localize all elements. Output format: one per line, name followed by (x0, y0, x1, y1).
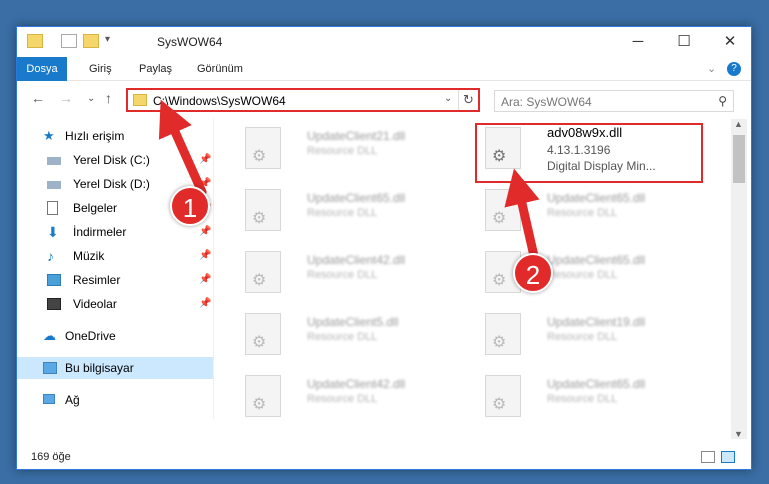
item-count: 169 öğe (31, 451, 71, 463)
pin-icon[interactable]: 📌 (199, 221, 211, 243)
vertical-scrollbar[interactable]: ▲ ▼ (731, 119, 747, 439)
pane-divider (213, 119, 214, 419)
video-icon (47, 298, 61, 310)
file-item[interactable]: ⚙ UpdateClient5.dll Resource DLL (237, 307, 467, 359)
drive-icon (47, 181, 61, 189)
dll-file-icon: ⚙ (485, 375, 521, 417)
up-icon[interactable]: ↑ (105, 90, 112, 106)
pictures-icon (47, 274, 61, 286)
sidebar-item-this-pc[interactable]: Bu bilgisayar (17, 357, 213, 379)
file-item[interactable]: ⚙ UpdateClient65.dll Resource DLL (477, 245, 707, 297)
dll-file-icon: ⚙ (485, 313, 521, 355)
dll-file-icon: ⚙ (245, 127, 281, 169)
maximize-button[interactable]: ☐ (661, 27, 707, 57)
scroll-up-icon[interactable]: ▲ (734, 119, 743, 129)
refresh-icon[interactable]: ↻ (458, 90, 478, 110)
new-folder-icon[interactable] (83, 34, 99, 48)
file-item[interactable]: ⚙ UpdateClient65.dll Resource DLL (477, 183, 707, 235)
search-input[interactable]: Ara: SysWOW64 ⚲ (494, 90, 734, 112)
minimize-button[interactable]: ─ (615, 27, 661, 57)
dll-file-icon: ⚙ (245, 251, 281, 293)
document-icon (47, 201, 58, 215)
chevron-down-icon[interactable]: ⌄ (444, 93, 452, 104)
sidebar-item-pictures[interactable]: Resimler 📌 (17, 269, 213, 291)
file-item[interactable]: ⚙ UpdateClient65.dll Resource DLL (237, 183, 467, 235)
sidebar-item-videos[interactable]: Videolar 📌 (17, 293, 213, 315)
pin-icon[interactable]: 📌 (199, 245, 211, 267)
tab-home[interactable]: Giriş (89, 57, 112, 81)
properties-icon[interactable] (61, 34, 77, 48)
network-icon (43, 394, 55, 404)
tab-view[interactable]: Görünüm (197, 57, 243, 81)
cloud-icon: ☁ (43, 328, 56, 343)
dll-file-icon: ⚙ (245, 189, 281, 231)
explorer-window: ▾ SysWOW64 ─ ☐ ✕ Dosya Giriş Paylaş Görü… (16, 26, 752, 470)
drive-icon (47, 157, 61, 165)
pin-icon[interactable]: 📌 (199, 293, 211, 315)
download-icon: ⬇ (47, 224, 59, 240)
tiles-view-icon[interactable] (721, 451, 735, 463)
forward-icon[interactable]: → (59, 90, 73, 106)
file-item[interactable]: ⚙ UpdateClient42.dll Resource DLL (237, 245, 467, 297)
window-title: SysWOW64 (157, 35, 223, 49)
address-path: C:\Windows\SysWOW64 (153, 94, 286, 108)
file-item[interactable]: ⚙ UpdateClient19.dll Resource DLL (477, 307, 707, 359)
file-item[interactable]: ⚙ UpdateClient42.dll Resource DLL (237, 369, 467, 421)
sidebar-item-network[interactable]: Ağ (17, 389, 213, 411)
close-button[interactable]: ✕ (707, 27, 751, 57)
music-icon: ♪ (47, 248, 54, 264)
step-badge-2: 2 (513, 253, 553, 293)
tab-file[interactable]: Dosya (17, 57, 67, 81)
folder-icon (133, 94, 147, 106)
help-icon[interactable]: ? (727, 62, 741, 76)
star-icon: ★ (43, 128, 55, 143)
sidebar-item-music[interactable]: ♪ Müzik 📌 (17, 245, 213, 267)
search-placeholder: Ara: SysWOW64 (501, 95, 592, 109)
ribbon: Dosya Giriş Paylaş Görünüm ⌄ ? (17, 57, 751, 81)
dll-file-icon: ⚙ (245, 375, 281, 417)
dll-file-icon: ⚙ (485, 189, 521, 231)
navigation-bar: ← → ⌄ ↑ C:\Windows\SysWOW64 ⌄ ↻ Ara: Sys… (17, 81, 751, 115)
tab-share[interactable]: Paylaş (139, 57, 172, 81)
back-icon[interactable]: ← (31, 90, 45, 106)
scroll-thumb[interactable] (733, 135, 745, 183)
highlight-box (475, 123, 703, 183)
title-bar: ▾ SysWOW64 ─ ☐ ✕ (17, 27, 751, 57)
navigation-pane: ★ Hızlı erişim Yerel Disk (C:) 📌 Yerel D… (17, 119, 213, 415)
dll-file-icon: ⚙ (245, 313, 281, 355)
pin-icon[interactable]: 📌 (199, 269, 211, 291)
scroll-down-icon[interactable]: ▼ (734, 429, 743, 439)
search-icon[interactable]: ⚲ (718, 94, 727, 108)
file-item[interactable]: ⚙ UpdateClient21.dll Resource DLL (237, 121, 467, 173)
address-bar[interactable]: C:\Windows\SysWOW64 ⌄ ↻ (126, 88, 480, 112)
folder-icon (27, 34, 43, 48)
details-view-icon[interactable] (701, 451, 715, 463)
sidebar-item-disk-c[interactable]: Yerel Disk (C:) 📌 (17, 149, 213, 171)
expand-ribbon-icon[interactable]: ⌄ (707, 57, 716, 81)
sidebar-item-onedrive[interactable]: ☁ OneDrive (17, 325, 213, 347)
file-item[interactable]: ⚙ UpdateClient65.dll Resource DLL (477, 369, 707, 421)
step-badge-1: 1 (170, 186, 210, 226)
computer-icon (43, 362, 57, 374)
sidebar-item-quick-access[interactable]: ★ Hızlı erişim (17, 125, 213, 147)
customize-icon[interactable]: ▾ (105, 34, 125, 48)
pin-icon[interactable]: 📌 (199, 149, 211, 171)
status-bar: 169 öğe (17, 447, 751, 469)
recent-dropdown-icon[interactable]: ⌄ (87, 93, 95, 104)
